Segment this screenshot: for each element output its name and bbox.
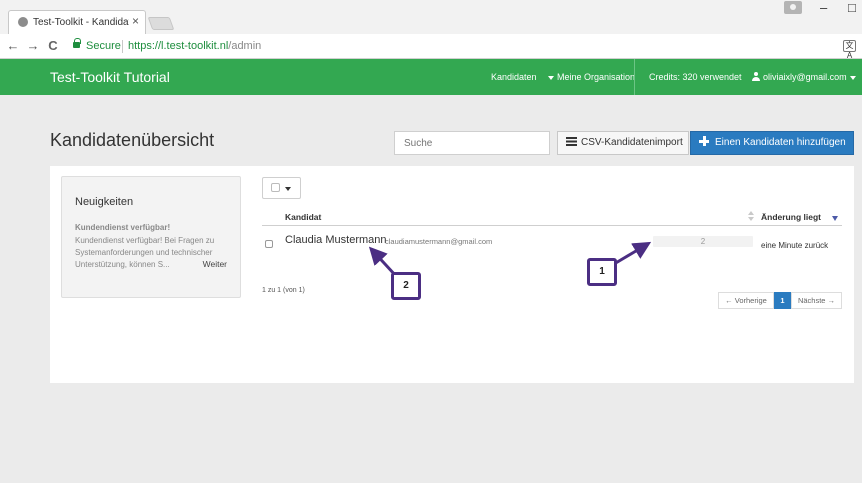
annotation-badge-2: 2 (391, 272, 421, 300)
annotation-arrows (368, 241, 652, 278)
annotation-badge-1: 1 (587, 258, 617, 286)
annotation-arrow-1 (613, 241, 652, 266)
